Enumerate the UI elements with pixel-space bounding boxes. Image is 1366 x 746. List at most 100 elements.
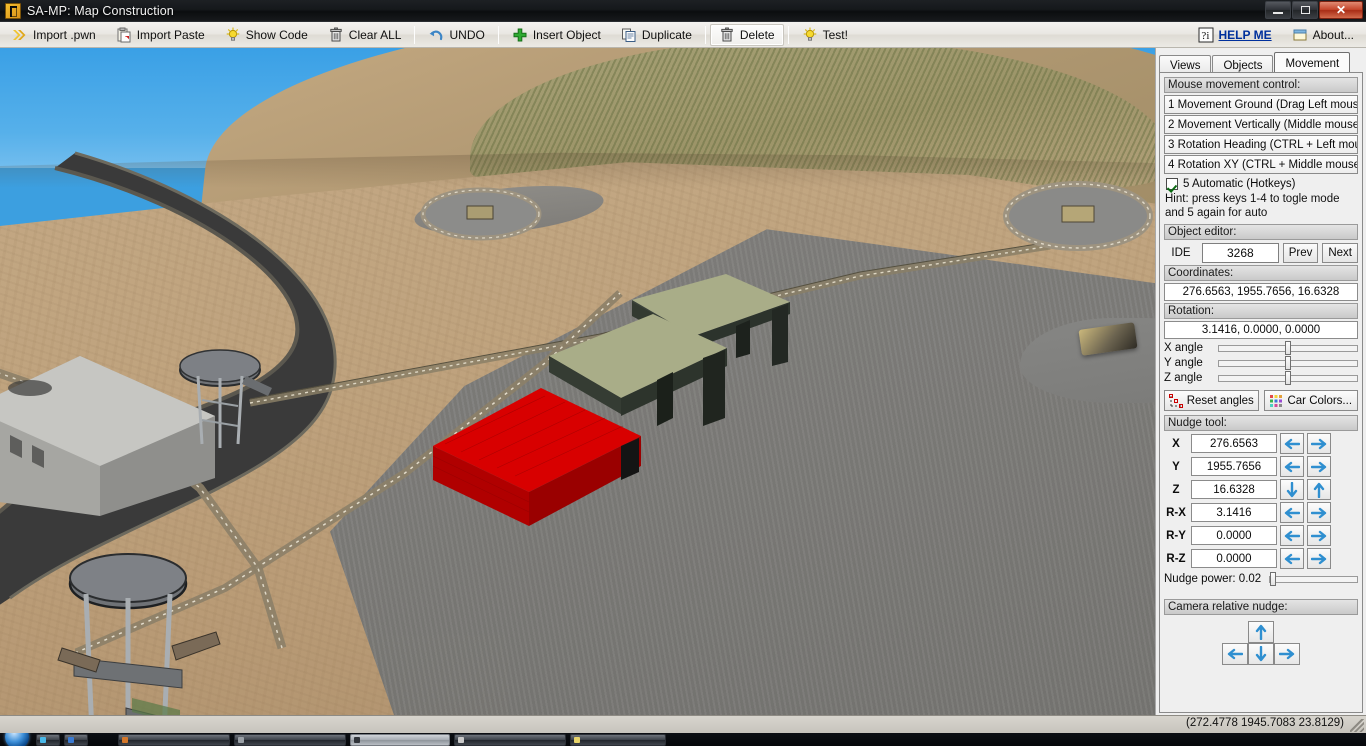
about-button[interactable]: About... <box>1283 24 1363 46</box>
taskbar-pinned-1[interactable] <box>36 733 60 746</box>
duplicate-button[interactable]: Duplicate <box>612 24 701 46</box>
nudge-z-increase-button[interactable] <box>1307 479 1331 500</box>
hotkeys-hint: Hint: press keys 1-4 to togle mode and 5… <box>1165 193 1340 219</box>
taskbar-icon-7 <box>574 736 580 743</box>
undo-button[interactable]: UNDO <box>419 24 493 46</box>
help-me-button[interactable]: ? i HELP ME <box>1189 24 1281 46</box>
camera-nudge-right-button[interactable] <box>1274 643 1300 665</box>
tab-movement-label: Movement <box>1285 58 1340 70</box>
arrow-right-icon <box>1311 507 1327 519</box>
x-angle-slider[interactable] <box>1218 341 1358 355</box>
object-editor-header: Object editor: <box>1164 224 1358 240</box>
lightbulb-icon <box>225 26 241 43</box>
import-paste-button[interactable]: Import Paste <box>107 24 214 46</box>
nudge-ry-increase-button[interactable] <box>1307 525 1331 546</box>
z-angle-thumb[interactable] <box>1285 371 1292 385</box>
trash-icon <box>328 27 344 43</box>
nudge-z-decrease-button[interactable] <box>1280 479 1304 500</box>
rotation-value[interactable]: 3.1416, 0.0000, 0.0000 <box>1164 321 1358 339</box>
paste-icon <box>116 27 132 43</box>
nudge-rx-input[interactable]: 3.1416 <box>1191 503 1277 522</box>
taskbar-pinned-2[interactable] <box>64 733 88 746</box>
nudge-y-input[interactable]: 1955.7656 <box>1191 457 1277 476</box>
nudge-x-decrease-button[interactable] <box>1280 433 1304 454</box>
arrow-up-icon <box>1313 482 1325 498</box>
ide-input[interactable]: 3268 <box>1202 243 1279 263</box>
z-angle-slider[interactable] <box>1218 371 1358 385</box>
taskbar-window-3[interactable] <box>454 733 566 746</box>
taskbar-window-4[interactable] <box>570 733 666 746</box>
rotation-header: Rotation: <box>1164 303 1358 319</box>
nudge-ry-input[interactable]: 0.0000 <box>1191 526 1277 545</box>
nudge-rz-decrease-button[interactable] <box>1280 548 1304 569</box>
arrow-left-icon <box>1227 648 1243 660</box>
mode-rotation-xy[interactable]: 4 Rotation XY (CTRL + Middle mouse) <box>1164 155 1358 174</box>
mode-1-label: 2 Movement Vertically (Middle mouse) <box>1168 118 1358 131</box>
nudge-rx-increase-button[interactable] <box>1307 502 1331 523</box>
insert-object-button[interactable]: Insert Object <box>503 24 610 46</box>
arrow-left-icon <box>1284 507 1300 519</box>
car-colors-button[interactable]: Car Colors... <box>1263 390 1358 411</box>
title-bar: SA-MP: Map Construction ✕ <box>0 0 1366 22</box>
delete-button[interactable]: Delete <box>709 23 784 46</box>
nudge-power-slider[interactable] <box>1269 572 1358 586</box>
mode-movement-vertically[interactable]: 2 Movement Vertically (Middle mouse) <box>1164 115 1358 134</box>
taskbar-icon-6 <box>458 736 464 743</box>
automatic-checkbox[interactable] <box>1166 178 1178 190</box>
nudge-y-decrease-button[interactable] <box>1280 456 1304 477</box>
next-button[interactable]: Next <box>1322 243 1358 263</box>
reset-angles-button[interactable]: Reset angles <box>1164 390 1259 411</box>
taskbar-window-1[interactable] <box>118 733 230 746</box>
window-title: SA-MP: Map Construction <box>27 3 174 18</box>
import-pwn-button[interactable]: Import .pwn <box>3 24 105 46</box>
nudge-power-label: Nudge power: 0.02 <box>1164 573 1262 585</box>
nudge-power-thumb[interactable] <box>1270 572 1277 586</box>
nudge-row-ry: R-Y 0.0000 <box>1164 525 1358 546</box>
3d-viewport[interactable]: 0 FPS <box>0 48 1155 715</box>
mode-movement-ground[interactable]: 1 Movement Ground (Drag Left mouse) <box>1164 95 1358 114</box>
angle-buttons-row: Reset angles Car Colors... <box>1164 390 1358 411</box>
prev-button[interactable]: Prev <box>1282 243 1319 263</box>
test-button[interactable]: Test! <box>793 24 857 46</box>
nudge-z-input[interactable]: 16.6328 <box>1191 480 1277 499</box>
toolbar-separator <box>414 25 416 44</box>
taskbar-window-active[interactable] <box>350 733 450 746</box>
x-angle-thumb[interactable] <box>1285 341 1292 355</box>
nudge-ry-label: R-Y <box>1166 529 1186 542</box>
toolbar-separator <box>787 25 789 44</box>
nudge-rz-increase-button[interactable] <box>1307 548 1331 569</box>
start-button[interactable] <box>0 733 34 746</box>
import-pwn-label: Import .pwn <box>33 27 96 42</box>
nudge-ry-decrease-button[interactable] <box>1280 525 1304 546</box>
arrow-down-icon <box>1286 481 1298 498</box>
resize-grip[interactable] <box>1350 719 1364 732</box>
camera-nudge-header: Camera relative nudge: <box>1164 599 1358 615</box>
taskbar-window-2[interactable] <box>234 733 346 746</box>
hangar-selected[interactable] <box>425 368 655 543</box>
maximize-button[interactable] <box>1292 1 1318 19</box>
mode-rotation-heading[interactable]: 3 Rotation Heading (CTRL + Left mouse) <box>1164 135 1358 154</box>
nudge-y-increase-button[interactable] <box>1307 456 1331 477</box>
nudge-rz-input[interactable]: 0.0000 <box>1191 549 1277 568</box>
minimize-button[interactable] <box>1265 1 1291 19</box>
axes-dots-icon <box>1168 393 1183 408</box>
movement-tab-panel: Mouse movement control: 1 Movement Groun… <box>1159 72 1363 713</box>
close-button[interactable]: ✕ <box>1319 1 1363 19</box>
arrow-right-icon <box>1311 461 1327 473</box>
clear-all-button[interactable]: Clear ALL <box>319 24 411 46</box>
reset-angles-label: Reset angles <box>1186 394 1254 407</box>
show-code-button[interactable]: Show Code <box>216 24 317 46</box>
test-label: Test! <box>822 27 848 42</box>
nudge-x-input[interactable]: 276.6563 <box>1191 434 1277 453</box>
nudge-x-increase-button[interactable] <box>1307 433 1331 454</box>
automatic-hotkeys-row[interactable]: 5 Automatic (Hotkeys) <box>1166 178 1358 190</box>
y-angle-slider[interactable] <box>1218 356 1358 370</box>
coordinates-value[interactable]: 276.6563, 1955.7656, 16.6328 <box>1164 283 1358 301</box>
y-angle-thumb[interactable] <box>1285 356 1292 370</box>
camera-nudge-left-button[interactable] <box>1222 643 1248 665</box>
arrow-up-icon <box>1255 624 1267 640</box>
camera-nudge-down-button[interactable] <box>1248 643 1274 665</box>
ide-label: IDE <box>1171 247 1191 259</box>
camera-nudge-up-button[interactable] <box>1248 621 1274 643</box>
nudge-rx-decrease-button[interactable] <box>1280 502 1304 523</box>
